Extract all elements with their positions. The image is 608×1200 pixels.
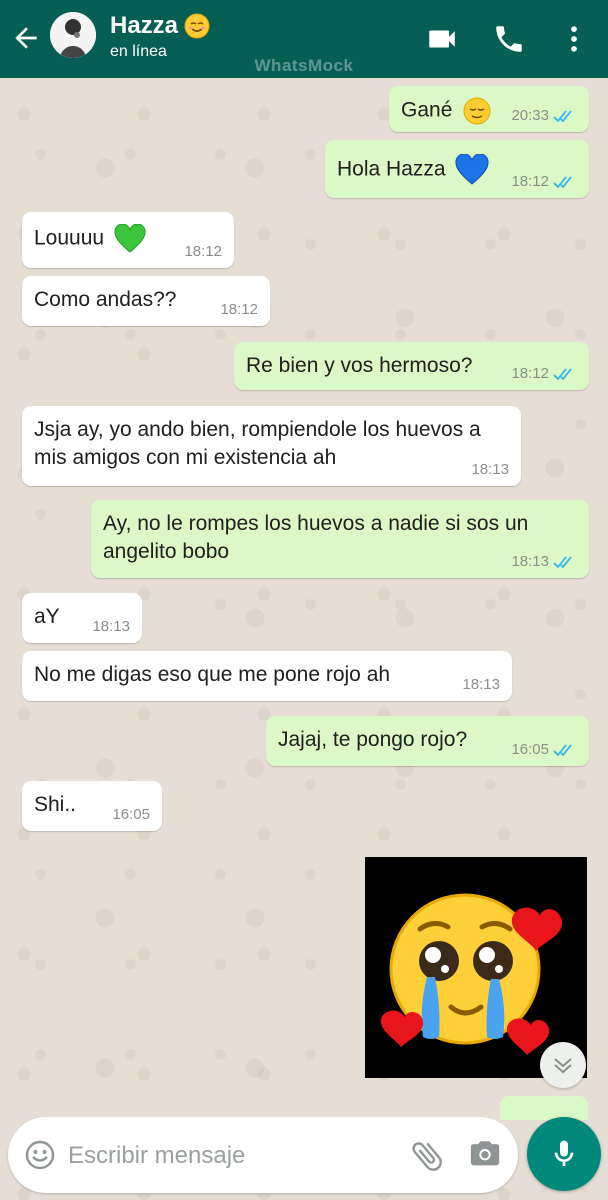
message-bubble[interactable]: Ay, no le rompes los huevos a nadie si s…	[91, 500, 589, 578]
read-ticks-icon	[553, 175, 572, 188]
message-meta: 18:13	[511, 553, 577, 570]
message-bubble[interactable]: Jsja ay, yo ando bien, rompiendole los h…	[22, 406, 521, 486]
message-bubble[interactable]: Re bien y vos hermoso? 18:12	[234, 342, 589, 390]
message-text: Jajaj, te pongo rojo?	[278, 728, 468, 751]
smiling-face-emoji-icon	[184, 13, 210, 39]
message-meta: 18:12	[220, 301, 258, 318]
video-call-icon[interactable]	[425, 22, 459, 56]
green-heart-icon	[114, 224, 146, 253]
message-text: Gané	[401, 98, 453, 122]
chat-header: Hazza en línea WhatsMock	[0, 0, 608, 78]
message-bubble[interactable]: No me digas eso que me pone rojo ah 18:1…	[22, 651, 512, 701]
phone-icon[interactable]	[492, 22, 526, 56]
message-text: Louuuu	[34, 226, 105, 250]
message-meta: 16:05	[112, 806, 150, 823]
message-meta: 18:12	[511, 365, 577, 382]
partial-message-bubble	[500, 1096, 588, 1120]
camera-icon[interactable]	[468, 1137, 502, 1171]
message-bubble[interactable]: Hola Hazza 18:12	[325, 140, 589, 198]
back-arrow-icon[interactable]	[10, 22, 42, 54]
message-time: 18:13	[462, 676, 500, 693]
message-bubble[interactable]: Como andas?? 18:12	[22, 276, 270, 326]
message-meta: 18:13	[92, 618, 130, 635]
message-bubble[interactable]: Jajaj, te pongo rojo? 16:05	[266, 716, 589, 766]
message-meta: 18:12	[184, 243, 222, 260]
message-time: 16:05	[511, 741, 549, 758]
message-text: Ay, no le rompes los huevos a nadie si s…	[103, 512, 529, 563]
message-composer	[8, 1117, 518, 1193]
blue-heart-icon	[455, 154, 489, 185]
avatar[interactable]	[50, 12, 96, 58]
message-text: Re bien y vos hermoso?	[246, 354, 473, 377]
mic-button[interactable]	[527, 1117, 601, 1191]
message-time: 18:13	[92, 618, 130, 635]
message-text: Shi..	[34, 793, 77, 816]
relieved-face-icon	[463, 97, 491, 125]
mic-icon	[554, 1140, 574, 1166]
scroll-down-button[interactable]	[540, 1042, 586, 1088]
read-ticks-icon	[553, 109, 572, 122]
more-vert-icon[interactable]	[557, 22, 591, 56]
message-meta: 18:12	[511, 173, 577, 190]
attach-icon[interactable]	[408, 1137, 446, 1175]
message-text: aY	[34, 605, 60, 628]
emoji-icon[interactable]	[24, 1139, 56, 1171]
message-bubble[interactable]: Gané 20:33	[389, 86, 589, 132]
message-time: 18:13	[471, 461, 509, 478]
contact-name-row[interactable]: Hazza	[110, 12, 210, 40]
read-ticks-icon	[553, 367, 572, 380]
read-ticks-icon	[553, 743, 572, 756]
read-ticks-icon	[553, 555, 572, 568]
message-time: 18:12	[511, 173, 549, 190]
scroll-down-icon	[554, 1058, 572, 1074]
message-time: 18:12	[511, 365, 549, 382]
message-text: Hola Hazza	[337, 157, 446, 181]
message-bubble[interactable]: Louuuu 18:12	[22, 212, 234, 268]
message-time: 16:05	[112, 806, 150, 823]
contact-name: Hazza	[110, 12, 179, 39]
message-text: Jsja ay, yo ando bien, rompiendole los h…	[34, 418, 481, 469]
message-meta: 18:13	[471, 461, 509, 478]
message-bubble[interactable]: aY 18:13	[22, 593, 142, 643]
message-time: 18:12	[184, 243, 222, 260]
message-meta: 20:33	[511, 107, 577, 124]
message-time: 18:13	[511, 553, 549, 570]
message-meta: 18:13	[462, 676, 500, 693]
message-time: 18:12	[220, 301, 258, 318]
watermark: WhatsMock	[254, 56, 354, 75]
message-input[interactable]	[66, 1135, 400, 1177]
message-text: Como andas??	[34, 288, 177, 311]
message-meta: 16:05	[511, 741, 577, 758]
message-time: 20:33	[511, 107, 549, 124]
message-bubble[interactable]: Shi.. 16:05	[22, 781, 162, 831]
message-text: No me digas eso que me pone rojo ah	[34, 663, 391, 686]
